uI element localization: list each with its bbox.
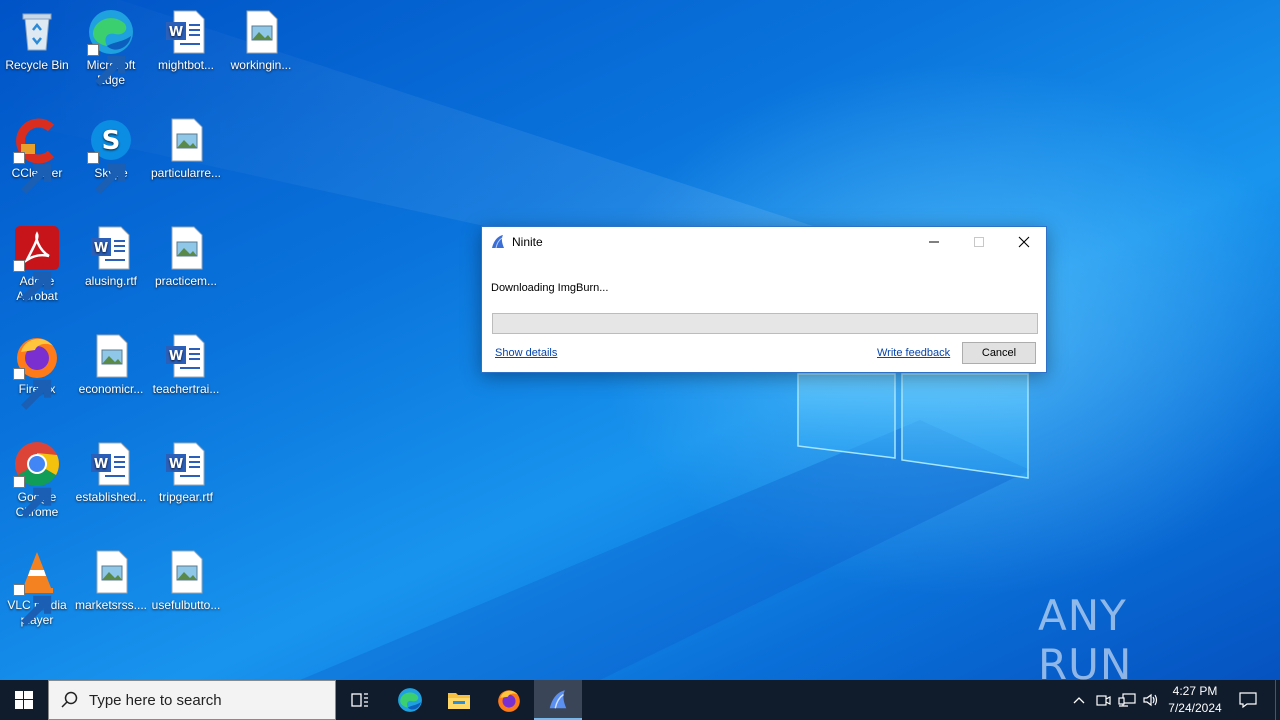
taskbar: 4:27 PM 7/24/2024 (0, 680, 1280, 720)
start-button[interactable] (0, 680, 48, 720)
desktop-icon-google-chrome[interactable]: Google Chrome (0, 440, 75, 520)
taskbar-edge-button[interactable] (386, 680, 434, 720)
show-hidden-icons-button[interactable] (1067, 680, 1091, 720)
ninite-icon (549, 690, 567, 709)
meet-now-icon (1096, 695, 1111, 706)
minimize-icon (929, 241, 939, 243)
tray-meet-button[interactable] (1091, 680, 1115, 720)
desktop-icon-adobe-acrobat[interactable]: Adobe Acrobat (0, 224, 75, 304)
show-details-link[interactable]: Show details (495, 347, 557, 359)
image-file-icon (162, 224, 210, 272)
shortcut-arrow-icon (87, 44, 126, 86)
close-button[interactable] (1001, 227, 1047, 257)
image-file-icon (162, 548, 210, 596)
word-doc-icon: W (87, 440, 135, 488)
word-doc-icon: W (162, 440, 210, 488)
tray-network-button[interactable] (1115, 680, 1139, 720)
dialog-title: Ninite (512, 235, 543, 249)
desktop-icon-mightbot[interactable]: W mightbot... (148, 8, 224, 73)
maximize-icon (974, 237, 984, 247)
volume-icon (1143, 693, 1158, 707)
download-status-text: Downloading ImgBurn... (491, 282, 609, 294)
write-feedback-link[interactable]: Write feedback (877, 347, 950, 359)
desktop-icon-usefulbutto[interactable]: usefulbutto... (148, 548, 224, 613)
search-input[interactable] (89, 691, 319, 709)
maximize-button (956, 227, 1002, 257)
word-doc-icon: W (87, 224, 135, 272)
edge-icon (87, 8, 135, 86)
desktop-icon-alusing-rtf[interactable]: W alusing.rtf (73, 224, 149, 289)
firefox-icon (498, 690, 520, 712)
svg-text:W: W (94, 457, 108, 472)
firefox-icon (13, 332, 61, 410)
taskbar-search-box[interactable] (48, 680, 336, 720)
ninite-icon (492, 235, 504, 249)
shortcut-arrow-icon (13, 584, 52, 626)
desktop-icon-vlc[interactable]: VLC media player (0, 548, 75, 628)
svg-text:W: W (94, 241, 108, 256)
svg-text:W: W (169, 25, 183, 40)
desktop-icon-practicem[interactable]: practicem... (148, 224, 224, 289)
svg-text:W: W (169, 349, 183, 364)
image-file-icon (237, 8, 285, 56)
acrobat-icon (13, 224, 61, 302)
watermark-text: ANY RUN (1038, 591, 1133, 689)
desktop-icon-particularre[interactable]: particularre... (148, 116, 224, 181)
svg-text:W: W (169, 457, 183, 472)
desktop-icon-workingin[interactable]: workingin... (223, 8, 299, 73)
shortcut-arrow-icon (13, 152, 52, 194)
minimize-button[interactable] (911, 227, 957, 257)
desktop-icon-marketsrss[interactable]: marketsrss.... (73, 548, 149, 613)
desktop-icon-firefox[interactable]: Firefox (0, 332, 75, 410)
vlc-icon (13, 548, 61, 626)
anyrun-watermark: ANY RUN (1038, 591, 1234, 689)
file-explorer-icon (448, 693, 470, 709)
download-progress-bar (492, 313, 1038, 334)
skype-icon: S (87, 116, 135, 194)
action-center-button[interactable] (1236, 680, 1260, 720)
shortcut-arrow-icon (13, 260, 52, 302)
windows-logo-icon (15, 691, 33, 709)
chevron-up-icon (1073, 697, 1085, 704)
taskbar-ninite-button[interactable] (534, 680, 582, 720)
cancel-button[interactable]: Cancel (962, 342, 1036, 364)
desktop-icon-skype[interactable]: S Skype (73, 116, 149, 194)
show-desktop-button[interactable] (1275, 680, 1280, 720)
shortcut-arrow-icon (13, 368, 52, 410)
word-doc-icon: W (162, 8, 210, 56)
task-view-icon (351, 693, 368, 707)
network-icon (1118, 693, 1136, 707)
edge-icon (398, 688, 422, 712)
svg-text:S: S (102, 126, 121, 156)
ninite-dialog: Ninite Downloading ImgBurn... Show detai… (481, 226, 1047, 373)
desktop-icon-microsoft-edge[interactable]: Microsoft Edge (73, 8, 149, 88)
notification-icon (1239, 692, 1257, 708)
shortcut-arrow-icon (13, 476, 52, 518)
clock-date: 7/24/2024 (1168, 701, 1222, 715)
shortcut-arrow-icon (87, 152, 126, 194)
recycle-bin-icon (13, 8, 61, 56)
image-file-icon (87, 548, 135, 596)
taskbar-file-explorer-button[interactable] (435, 680, 483, 720)
chrome-icon (13, 440, 61, 518)
word-doc-icon: W (162, 332, 210, 380)
image-file-icon (87, 332, 135, 380)
image-file-icon (162, 116, 210, 164)
desktop-icon-ccleaner[interactable]: CCleaner (0, 116, 75, 194)
taskbar-firefox-button[interactable] (485, 680, 533, 720)
task-view-button[interactable] (336, 680, 384, 720)
ccleaner-icon (13, 116, 61, 194)
close-icon (1018, 236, 1030, 248)
desktop-icon-economicr[interactable]: economicr... (73, 332, 149, 397)
desktop-icon-tripgear-rtf[interactable]: W tripgear.rtf (148, 440, 224, 505)
desktop-icon-recycle-bin[interactable]: Recycle Bin (0, 8, 75, 73)
tray-volume-button[interactable] (1139, 680, 1163, 720)
search-icon (61, 691, 78, 708)
taskbar-clock[interactable]: 4:27 PM 7/24/2024 (1162, 683, 1228, 717)
desktop-icon-teachertrai[interactable]: W teachertrai... (148, 332, 224, 397)
clock-time: 4:27 PM (1172, 684, 1218, 698)
desktop-icon-established[interactable]: W established... (73, 440, 149, 505)
